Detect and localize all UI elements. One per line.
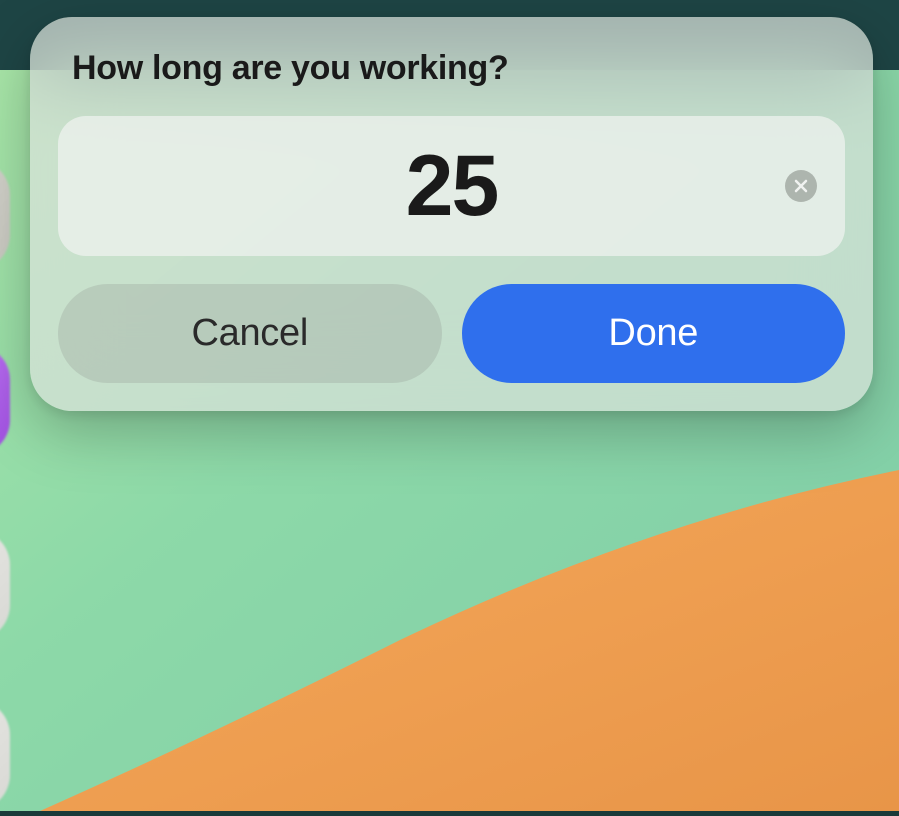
clear-input-button[interactable] — [785, 170, 817, 202]
duration-prompt-dialog: How long are you working? Cancel Done — [30, 17, 873, 411]
done-button[interactable]: Done — [462, 284, 846, 383]
cancel-button[interactable]: Cancel — [58, 284, 442, 383]
dialog-title: How long are you working? — [72, 49, 845, 88]
duration-input-container — [58, 116, 845, 256]
close-icon — [794, 179, 808, 193]
duration-input[interactable] — [58, 137, 845, 236]
sidebar-app-hints — [0, 0, 14, 811]
dialog-button-row: Cancel Done — [58, 284, 845, 383]
